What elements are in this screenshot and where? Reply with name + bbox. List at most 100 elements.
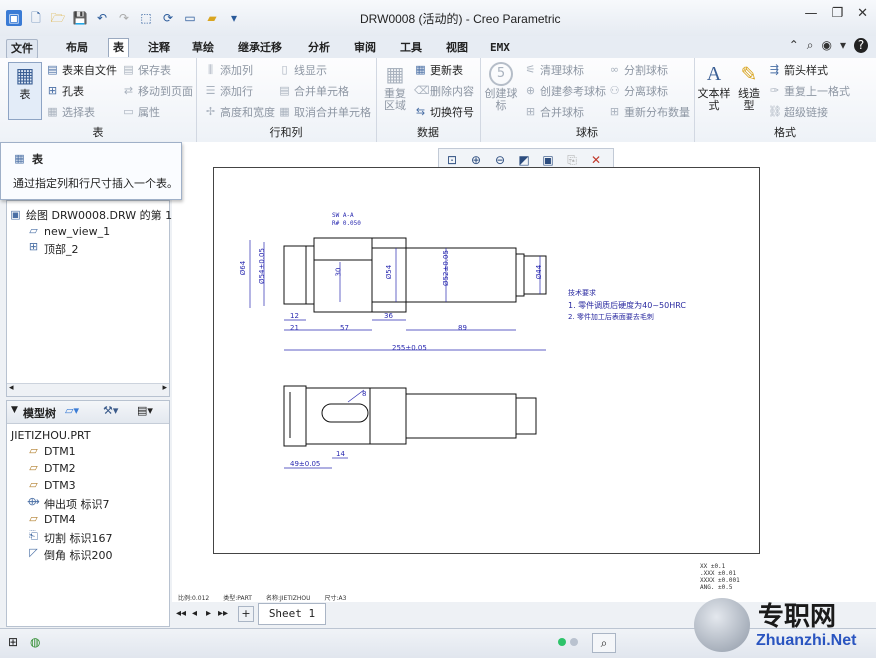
redo-icon[interactable]: ↷ bbox=[116, 10, 132, 26]
line-style-button[interactable]: ✎ 线造型 bbox=[734, 62, 764, 112]
model-tree-item[interactable]: ▱ DTM3 bbox=[27, 479, 75, 493]
drawing-tree-root[interactable]: ▣ 绘图 DRW0008.DRW 的第 1 页 bbox=[9, 207, 186, 223]
update-table-button[interactable]: ▦ 更新表 bbox=[414, 62, 463, 78]
model-tree-item[interactable]: ▱ DTM4 bbox=[27, 513, 75, 527]
first-sheet-icon[interactable]: ◂◂ bbox=[176, 608, 186, 619]
tab-tools[interactable]: 工具 bbox=[396, 39, 426, 57]
app-icon[interactable]: ▣ bbox=[6, 10, 22, 26]
model-tree-item[interactable]: ⟴ 伸出项 标识7 bbox=[27, 495, 109, 512]
search-icon[interactable]: ⌕ bbox=[807, 38, 814, 53]
window-icon[interactable]: ▭ bbox=[182, 10, 198, 26]
split-balloon-icon: ∞ bbox=[609, 63, 620, 76]
tab-annotate[interactable]: 注释 bbox=[144, 39, 174, 57]
delete-content-button[interactable]: ⌫ 删除内容 bbox=[414, 83, 474, 99]
update-table-icon: ▦ bbox=[415, 63, 426, 76]
properties-button[interactable]: ▭ 属性 bbox=[122, 104, 160, 120]
arrow-style-button[interactable]: ⇶ 箭头样式 bbox=[768, 62, 828, 78]
close-icon[interactable]: ✕ bbox=[857, 6, 868, 21]
model-tree-item[interactable]: ▱ DTM1 bbox=[27, 445, 75, 459]
regenerate-icon[interactable]: ⟳ bbox=[160, 10, 176, 26]
switch-symbols-button[interactable]: ⇆ 切换符号 bbox=[414, 104, 474, 120]
select-table-button[interactable]: ▦ 选择表 bbox=[46, 104, 95, 120]
horizontal-scrollbar[interactable]: ◂ ▸ bbox=[7, 383, 169, 396]
model-tree-options-icon[interactable]: ▱▾ bbox=[65, 404, 79, 417]
settings-icon[interactable]: ⚒▾ bbox=[103, 404, 118, 417]
text-style-icon: A bbox=[706, 63, 722, 85]
create-ref-balloon-button[interactable]: ⊕ 创建参考球标 bbox=[524, 83, 606, 99]
model-tree-item[interactable]: ▱ DTM2 bbox=[27, 462, 75, 476]
split-balloon-button[interactable]: ∞ 分割球标 bbox=[608, 62, 668, 78]
create-balloon-button[interactable]: 5 创建球 标 bbox=[482, 62, 520, 112]
browser-icon[interactable]: ◍ bbox=[30, 635, 40, 649]
add-column-button[interactable]: ⫼ 添加列 bbox=[204, 62, 253, 78]
next-sheet-icon[interactable]: ▸ bbox=[206, 608, 211, 619]
community-icon[interactable]: ◉ bbox=[821, 38, 831, 53]
tree-item-top[interactable]: ⊞ 顶部_2 bbox=[27, 241, 79, 257]
minimize-ribbon-icon[interactable]: ⌃ bbox=[789, 38, 799, 53]
scroll-left-icon[interactable]: ◂ bbox=[9, 383, 14, 393]
model-tree-item[interactable]: ◸ 倒角 标识200 bbox=[27, 547, 112, 563]
tab-legacy-migration[interactable]: 继承迁移 bbox=[234, 39, 286, 57]
dim-text: 36 bbox=[384, 312, 393, 320]
tab-review[interactable]: 审阅 bbox=[350, 39, 380, 57]
view-icon: ▱ bbox=[29, 224, 38, 237]
drawing-sheet[interactable]: SW A-A R# 0.050 Ø64 Ø54±0.05 30 Ø54 Ø52±… bbox=[213, 167, 760, 554]
drawing-footer: 比例:0.012 类型:PART 名称:JIETIZHOU 尺寸:A3 bbox=[178, 595, 347, 602]
tab-sketch[interactable]: 草绘 bbox=[188, 39, 218, 57]
dim-text: 49±0.05 bbox=[290, 460, 321, 468]
hyperlink-button[interactable]: ⛓ 超级链接 bbox=[768, 104, 828, 120]
open-folder-icon[interactable]: 🗁 bbox=[50, 10, 66, 26]
show-icon[interactable]: ▤▾ bbox=[137, 404, 153, 417]
merge-cells-button[interactable]: ▤ 合并单元格 bbox=[278, 83, 349, 99]
insert-table-button[interactable]: ▦ 表 bbox=[8, 62, 42, 120]
find-icon[interactable]: ⌕ bbox=[592, 633, 616, 653]
dropdown-icon[interactable]: ▾ bbox=[840, 38, 846, 53]
collapse-icon[interactable]: ▼ bbox=[11, 405, 18, 415]
more-dropdown-icon[interactable]: ▾ bbox=[226, 10, 242, 26]
tab-table[interactable]: 表 bbox=[108, 38, 129, 57]
save-icon[interactable]: 💾 bbox=[72, 10, 88, 26]
select-box-icon[interactable]: ⬚ bbox=[138, 10, 154, 26]
tab-layout[interactable]: 布局 bbox=[62, 39, 92, 57]
hole-table-button[interactable]: ⊞ 孔表 bbox=[46, 83, 84, 99]
undo-icon[interactable]: ↶ bbox=[94, 10, 110, 26]
tab-analysis[interactable]: 分析 bbox=[304, 39, 334, 57]
detach-balloon-button[interactable]: ⚇ 分离球标 bbox=[608, 83, 668, 99]
add-row-button[interactable]: ☰ 添加行 bbox=[204, 83, 253, 99]
tree-item-view[interactable]: ▱ new_view_1 bbox=[27, 224, 110, 239]
cut-icon: ⎗ bbox=[29, 529, 38, 542]
clean-balloons-button[interactable]: ⚟ 清理球标 bbox=[524, 62, 584, 78]
repeat-last-format-button[interactable]: ✑ 重复上一格式 bbox=[768, 83, 850, 99]
last-sheet-icon[interactable]: ▸▸ bbox=[218, 608, 228, 619]
line-display-button[interactable]: ▯ 线显示 bbox=[278, 62, 327, 78]
maximize-icon[interactable]: ❐ bbox=[831, 6, 843, 21]
model-tree-item[interactable]: ⎗ 切割 标识167 bbox=[27, 529, 112, 546]
dim-text: 57 bbox=[340, 324, 349, 332]
redistribute-qty-button[interactable]: ⊞ 重新分布数量 bbox=[608, 104, 690, 120]
tab-file[interactable]: 文件 bbox=[6, 39, 38, 59]
height-width-button[interactable]: ✢ 高度和宽度 bbox=[204, 104, 275, 120]
tab-emx[interactable]: EMX bbox=[486, 39, 514, 57]
dim-text: 89 bbox=[458, 324, 467, 332]
protrusion-icon: ⟴ bbox=[27, 495, 40, 508]
balloon-group-label: 球标 bbox=[576, 126, 598, 139]
tab-view[interactable]: 视图 bbox=[442, 39, 472, 57]
repeat-region-button[interactable]: ▦ 重复 区域 bbox=[380, 62, 410, 112]
navigator-icon[interactable]: ⊞ bbox=[8, 635, 18, 649]
part-name[interactable]: JIETIZHOU.PRT bbox=[11, 429, 91, 442]
unmerge-cells-button[interactable]: ▦ 取消合并单元格 bbox=[278, 104, 371, 120]
add-sheet-icon[interactable]: + bbox=[238, 606, 254, 622]
help-icon[interactable]: ? bbox=[854, 38, 868, 53]
text-style-button[interactable]: A 文本样式 bbox=[696, 62, 732, 112]
scroll-right-icon[interactable]: ▸ bbox=[162, 383, 167, 393]
table-from-file-button[interactable]: ▤ 表来自文件 bbox=[46, 62, 117, 78]
sheet-tab[interactable]: Sheet 1 bbox=[258, 603, 326, 625]
move-to-page-button[interactable]: ⇄ 移动到页面 bbox=[122, 83, 193, 99]
model-tree-title: 模型树 bbox=[23, 407, 56, 420]
minimize-icon[interactable]: — bbox=[804, 6, 817, 21]
close-window-icon[interactable]: ▰ bbox=[204, 10, 220, 26]
save-table-button[interactable]: ▤ 保存表 bbox=[122, 62, 171, 78]
prev-sheet-icon[interactable]: ◂ bbox=[192, 608, 197, 619]
new-file-icon[interactable]: 🗋 bbox=[28, 10, 44, 26]
merge-balloons-button[interactable]: ⊞ 合并球标 bbox=[524, 104, 584, 120]
